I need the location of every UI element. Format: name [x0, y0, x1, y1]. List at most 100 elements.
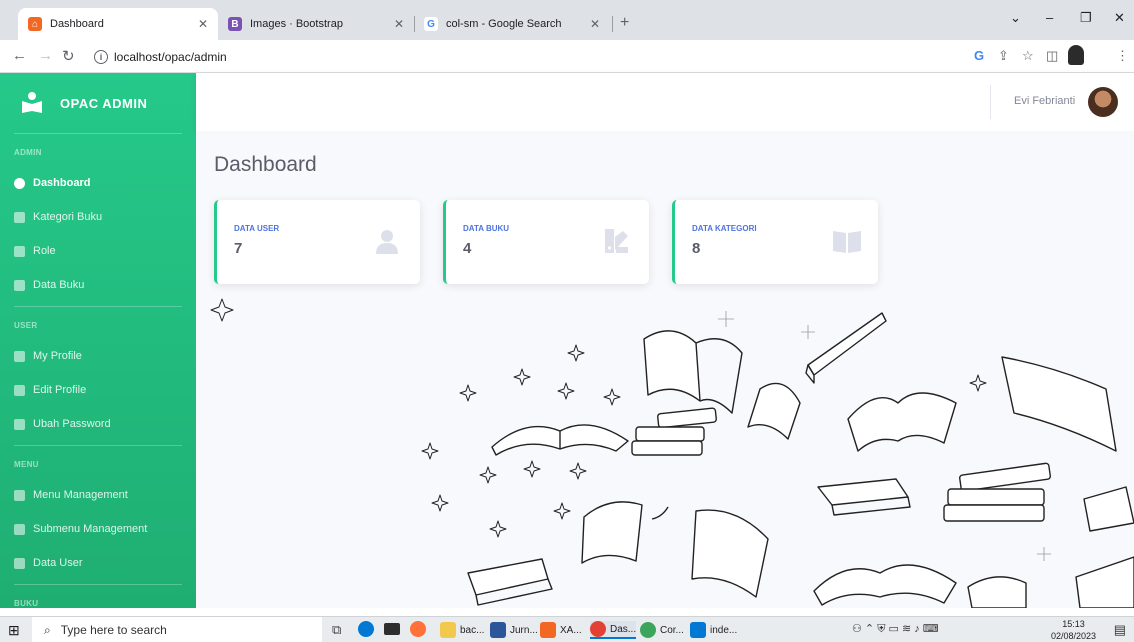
sidebar-item-ubah-password[interactable]: Ubah Password [0, 407, 196, 441]
reload-icon[interactable]: ↻ [62, 47, 75, 65]
close-window-icon[interactable]: ✕ [1114, 10, 1125, 26]
taskbar-app-label: inde... [710, 624, 738, 636]
vscode-icon [690, 622, 706, 638]
taskbar-clock[interactable]: 15:13 02/08/2023 [1051, 618, 1096, 642]
sidebar-heading-user: USER [14, 321, 38, 330]
firefox-icon[interactable] [410, 621, 426, 637]
stat-card-value: 8 [692, 240, 701, 257]
book-swatch-icon [603, 228, 629, 254]
sidebar-heading-menu: MENU [14, 460, 39, 469]
stat-card-value: 7 [234, 240, 243, 257]
close-tab-icon[interactable]: ✕ [590, 17, 600, 31]
stat-card-label: DATA USER [234, 224, 280, 233]
sidebar-item-menu-management[interactable]: Menu Management [0, 478, 196, 512]
stat-card-label: DATA KATEGORI [692, 224, 757, 233]
windows-start-icon[interactable]: ⊞ [8, 622, 20, 639]
folder-open-icon [14, 523, 25, 535]
avatar[interactable] [1088, 87, 1118, 117]
xampp-icon [540, 622, 556, 638]
user-name[interactable]: Evi Febrianti [1014, 95, 1075, 107]
minimize-icon[interactable]: – [1046, 10, 1053, 25]
sidebar-item-label: My Profile [33, 350, 82, 362]
folder-icon [14, 489, 25, 501]
taskbar-app-label: Cor... [660, 624, 684, 636]
xampp-favicon-icon: ⌂ [28, 17, 42, 31]
folder-icon [440, 622, 456, 638]
close-tab-icon[interactable]: ✕ [198, 17, 208, 31]
books-illustration [210, 298, 1134, 608]
back-icon[interactable]: ← [12, 47, 27, 64]
kebab-menu-icon[interactable]: ⋮ [1116, 48, 1129, 64]
new-tab-icon[interactable]: + [620, 14, 629, 32]
sidebar-item-my-profile[interactable]: My Profile [0, 339, 196, 373]
user-edit-icon [14, 384, 25, 396]
brand-text: OPAC ADMIN [60, 95, 148, 111]
taskbar-app[interactable]: Jurn... [490, 621, 538, 639]
taskbar-app[interactable]: bac... [440, 621, 484, 639]
url-field[interactable]: i localhost/opac/admin [94, 45, 952, 68]
mail-icon[interactable] [384, 623, 400, 635]
browser-tab-2[interactable]: G col-sm - Google Search ✕ [414, 8, 610, 40]
sidebar-item-label: Menu Management [33, 489, 128, 501]
clock-date: 02/08/2023 [1050, 631, 1096, 641]
tab-separator [612, 16, 613, 32]
browser-tabbar: ⌂ Dashboard ✕ B Images · Bootstrap ✕ G c… [0, 0, 1134, 40]
task-view-icon[interactable]: ⧉ [332, 622, 341, 638]
brand[interactable]: OPAC ADMIN [0, 73, 196, 133]
taskbar-search-input[interactable]: ⌕ Type here to search [32, 617, 322, 642]
user-icon [14, 245, 25, 257]
app-icon [640, 622, 656, 638]
taskbar-app[interactable]: Cor... [640, 621, 684, 639]
user-icon [374, 228, 400, 254]
sidebar-item-label: Role [33, 245, 56, 257]
sidebar-item-role[interactable]: Role [0, 234, 196, 268]
reader-logo-icon [20, 91, 44, 115]
chevron-down-icon[interactable]: ⌄ [1010, 10, 1021, 26]
users-icon [14, 557, 25, 569]
stat-card-label: DATA BUKU [463, 224, 510, 233]
stat-card-value: 4 [463, 240, 472, 257]
sidebar-item-label: Dashboard [33, 177, 91, 189]
browser-tab-title: col-sm - Google Search [446, 18, 562, 30]
sidebar-item-label: Data Buku [33, 279, 85, 291]
book-icon [14, 211, 25, 223]
google-favicon-icon: G [424, 17, 438, 31]
side-panel-icon[interactable]: ◫ [1046, 48, 1058, 64]
user-lock-icon [14, 418, 25, 430]
close-tab-icon[interactable]: ✕ [394, 17, 404, 31]
sidebar-item-label: Kategori Buku [33, 211, 103, 223]
sidebar-item-kategori-buku[interactable]: Kategori Buku [0, 200, 196, 234]
address-bar: ← → ↻ i localhost/opac/admin G ⇪ ☆ ◫ ⋮ [0, 40, 1134, 73]
sidebar-item-data-user[interactable]: Data User [0, 546, 196, 580]
topbar-divider [990, 85, 991, 119]
browser-tab-0[interactable]: ⌂ Dashboard ✕ [18, 8, 218, 40]
taskbar-app-label: bac... [460, 624, 485, 636]
bookmark-star-icon[interactable]: ☆ [1022, 48, 1034, 64]
edge-icon[interactable] [358, 621, 374, 637]
notification-icon[interactable]: ▤ [1114, 622, 1126, 638]
site-info-icon[interactable]: i [94, 49, 108, 64]
google-icon[interactable]: G [974, 48, 984, 63]
taskbar-app[interactable]: Das... [590, 621, 637, 639]
bootstrap-favicon-icon: B [228, 17, 242, 31]
taskbar-app[interactable]: XA... [540, 621, 582, 639]
taskbar-app-label: XA... [560, 624, 582, 636]
url-text: localhost/opac/admin [114, 49, 227, 64]
chrome-icon [590, 621, 606, 637]
forward-icon[interactable]: → [38, 47, 53, 64]
profile-avatar-icon[interactable] [1068, 45, 1084, 65]
sidebar-item-edit-profile[interactable]: Edit Profile [0, 373, 196, 407]
sidebar-heading-admin: ADMIN [14, 148, 42, 157]
share-icon[interactable]: ⇪ [998, 48, 1009, 64]
taskbar-app[interactable]: inde... [690, 621, 737, 639]
sidebar-item-label: Ubah Password [33, 418, 111, 430]
sidebar-item-submenu-management[interactable]: Submenu Management [0, 512, 196, 546]
sidebar-heading-buku: BUKU [14, 599, 39, 608]
sidebar-item-data-buku[interactable]: Data Buku [0, 268, 196, 302]
taskbar-app-label: Jurn... [510, 624, 538, 636]
sidebar-item-dashboard[interactable]: Dashboard [0, 166, 196, 200]
system-tray-icons[interactable]: ⚇ ⌃ ⛨ ▭ ≋ ♪ ⌨ [852, 622, 939, 636]
browser-tab-1[interactable]: B Images · Bootstrap ✕ [218, 8, 414, 40]
stat-card-user: DATA USER 7 [214, 200, 420, 284]
restore-icon[interactable]: ❐ [1080, 10, 1092, 26]
